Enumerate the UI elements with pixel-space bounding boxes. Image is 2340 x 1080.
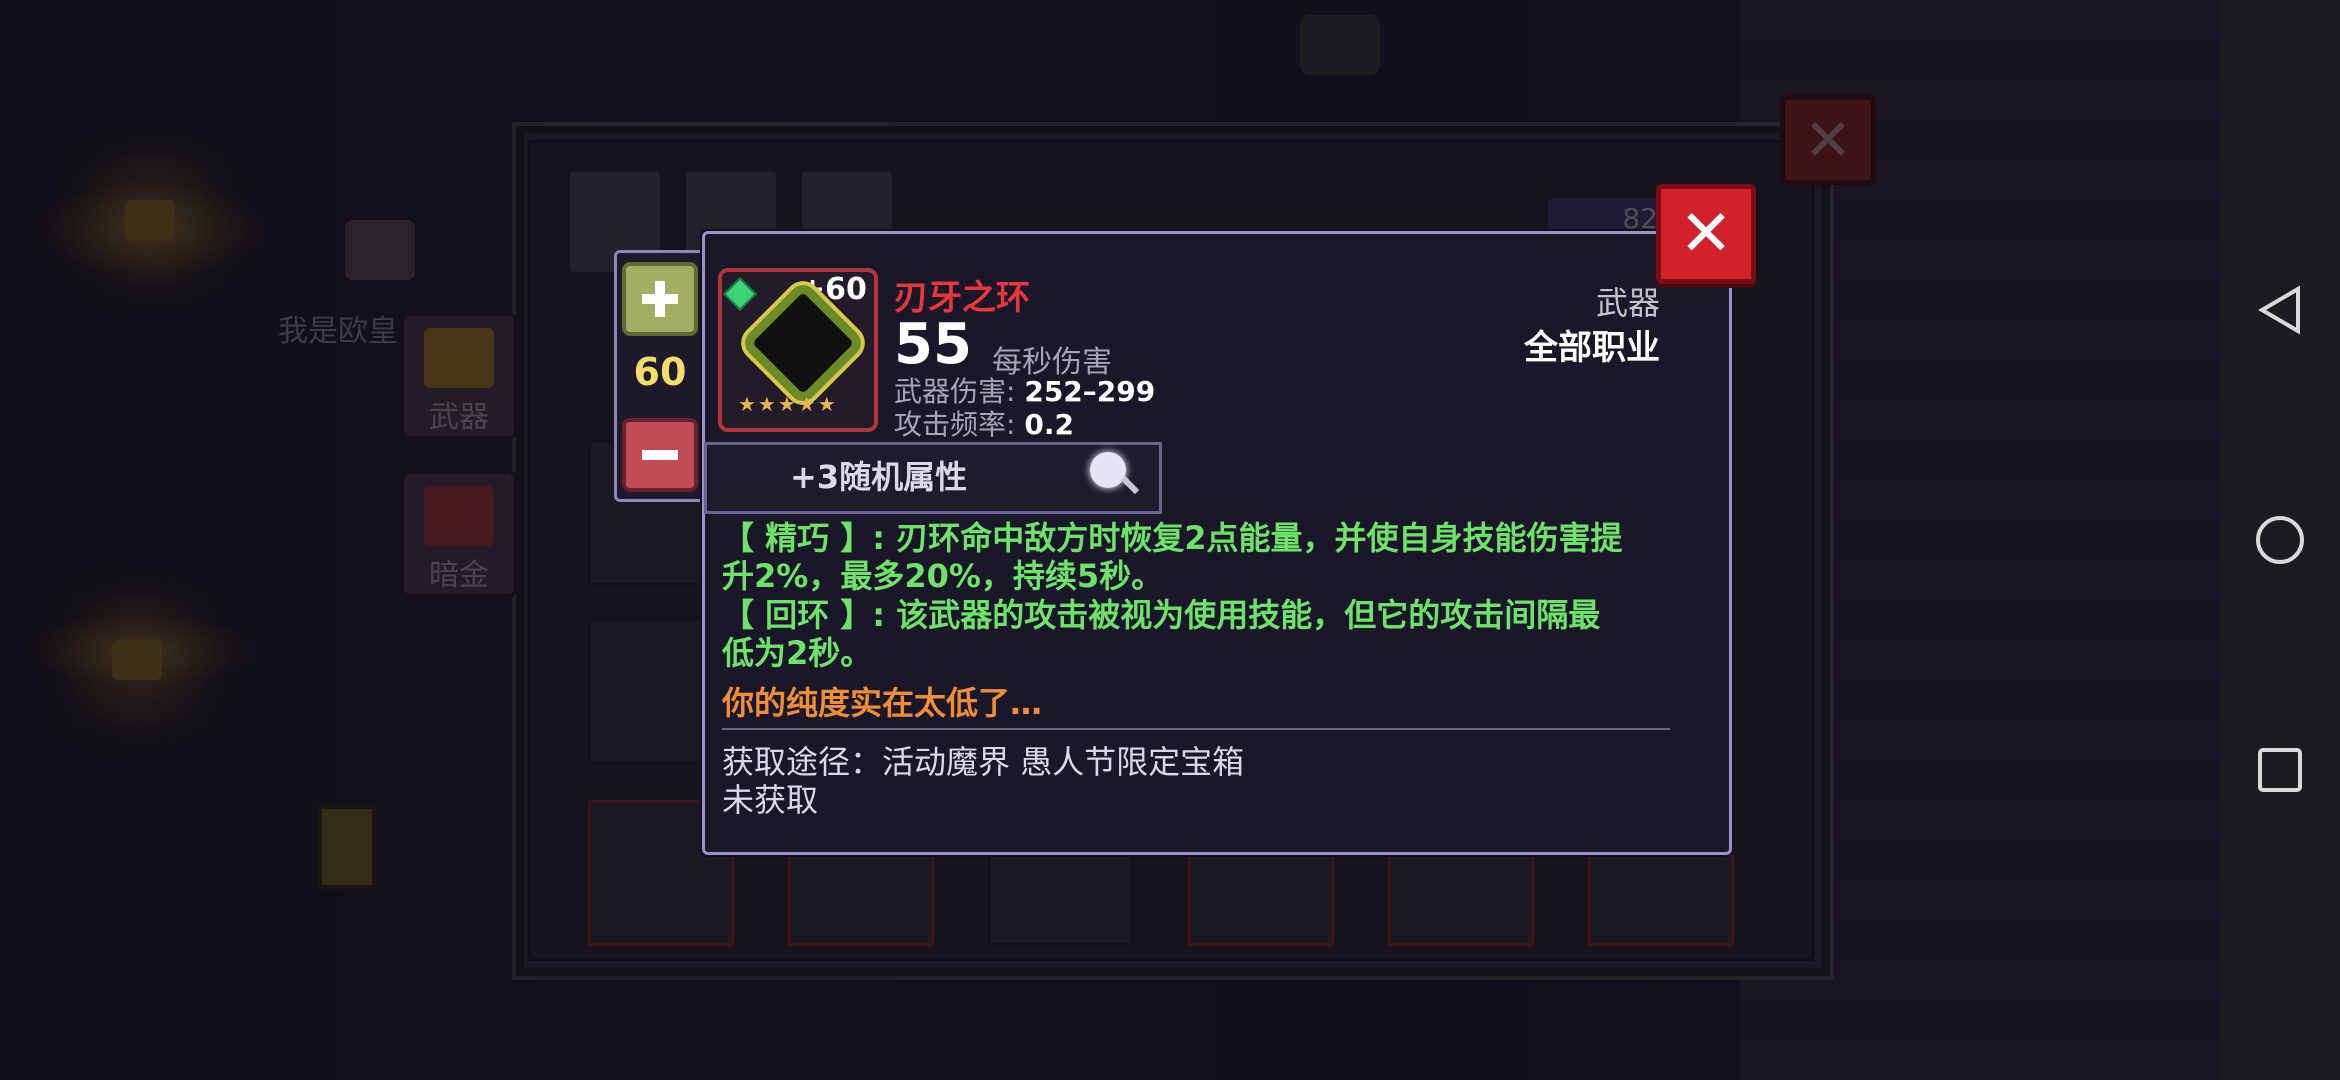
item-class: 全部职业 [1524,328,1660,368]
rate-value: 0.2 [1024,408,1074,441]
recents-button[interactable] [2250,740,2310,800]
acquisition-status: 未获取 [722,781,819,819]
back-triangle-icon [2258,285,2300,335]
effect-description-1a: 【 精巧 】: 刃环命中敌方时恢复2点能量，并使自身技能伤害提 [722,519,1623,557]
home-button[interactable] [2250,510,2310,570]
rate-label: 攻击频率: [894,408,1016,441]
back-button[interactable] [2250,280,2310,340]
purity-warning: 你的纯度实在太低了… [722,684,1043,722]
rate-stat: 攻击频率: 0.2 [894,403,1074,443]
random-attributes-label: +3随机属性 [790,458,968,496]
level-value: 60 [633,350,687,394]
home-circle-icon [2256,516,2304,564]
plus-icon [642,281,678,317]
close-icon: ✕ [1679,197,1733,271]
recents-square-icon [2258,748,2302,792]
item-category: 武器 [1595,284,1660,322]
item-dps: 55 [894,312,972,377]
effect-description-2a: 【 回环 】: 该武器的攻击被视为使用技能，但它的攻击间隔最 [722,596,1601,634]
item-stars: ★★★★★ [738,392,838,416]
effect-description-1b: 升2%，最多20%，持续5秒。 [722,557,1164,595]
magnifier-icon[interactable] [1090,452,1126,488]
level-decrease-button[interactable] [622,418,698,492]
system-nav-bar [2220,0,2340,1080]
level-increase-button[interactable] [622,262,698,336]
effect-description-2b: 低为2秒。 [722,634,873,672]
popup-close-button[interactable]: ✕ [1656,184,1756,284]
minus-icon [642,450,678,460]
divider [722,728,1670,730]
